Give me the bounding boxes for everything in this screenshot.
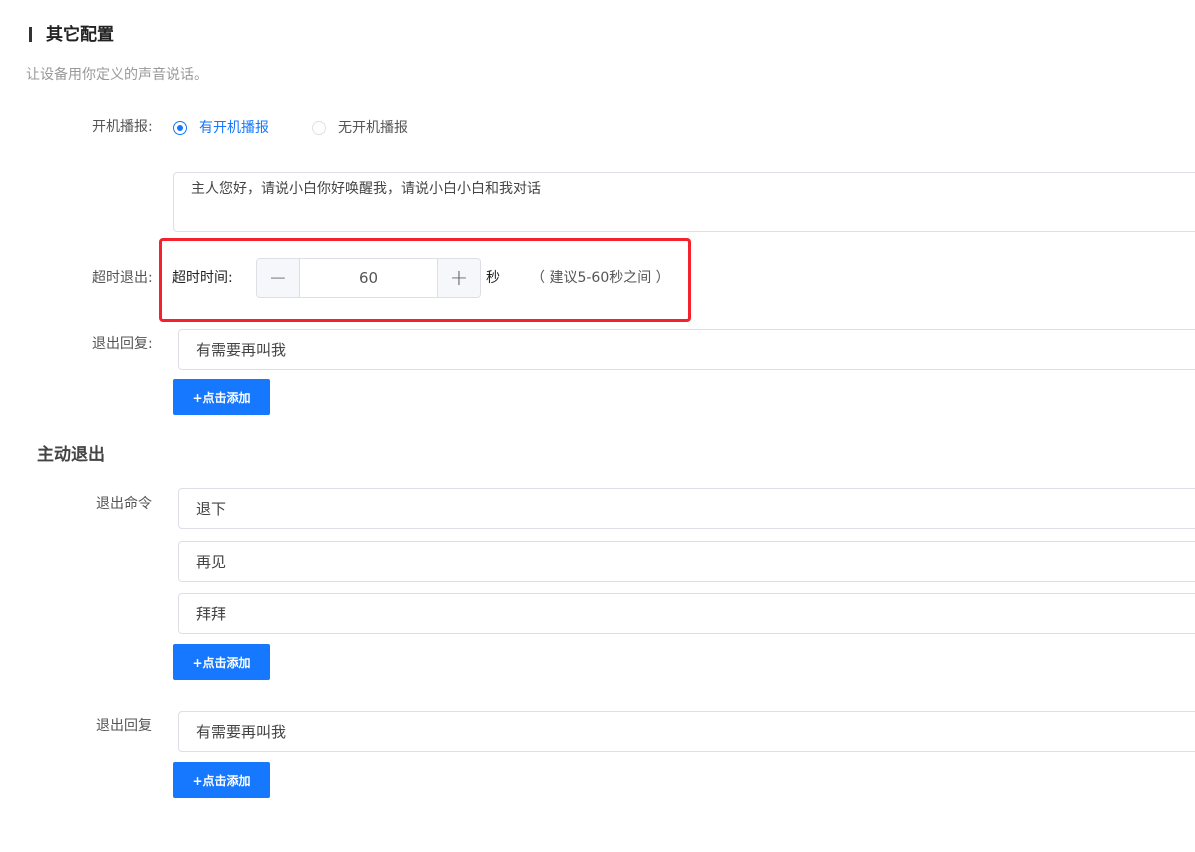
highlight-box — [159, 238, 691, 322]
boot-broadcast-textarea[interactable]: 主人您好，请说小白你好唤醒我，请说小白小白和我对话 — [173, 172, 1195, 232]
exit-command-input[interactable]: 再见 — [178, 541, 1195, 582]
section-title: 其它配置 — [46, 25, 114, 45]
active-exit-reply-add-button[interactable]: +点击添加 — [173, 762, 270, 798]
exit-commands-label: 退出命令 — [96, 496, 152, 512]
exit-command-input[interactable]: 拜拜 — [178, 593, 1195, 634]
active-exit-reply-input[interactable]: 有需要再叫我 — [178, 711, 1195, 752]
exit-reply-input[interactable]: 有需要再叫我 — [178, 329, 1195, 370]
active-exit-reply-label: 退出回复 — [96, 718, 152, 734]
radio-checked-icon — [173, 121, 187, 135]
timeout-label: 超时退出: — [92, 270, 153, 286]
active-exit-title: 主动退出 — [37, 445, 105, 465]
radio-boot-broadcast-on[interactable]: 有开机播报 — [173, 119, 269, 137]
radio-label: 有开机播报 — [199, 120, 269, 136]
radio-label: 无开机播报 — [338, 120, 408, 136]
section-title-bar — [29, 27, 32, 42]
radio-boot-broadcast-off[interactable]: 无开机播报 — [312, 119, 408, 137]
exit-reply-label: 退出回复: — [92, 336, 153, 352]
exit-reply-add-button[interactable]: +点击添加 — [173, 379, 270, 415]
radio-unchecked-icon — [312, 121, 326, 135]
boot-broadcast-label: 开机播报: — [92, 119, 153, 135]
section-subtitle: 让设备用你定义的声音说话。 — [26, 67, 208, 83]
exit-commands-add-button[interactable]: +点击添加 — [173, 644, 270, 680]
exit-command-input[interactable]: 退下 — [178, 488, 1195, 529]
